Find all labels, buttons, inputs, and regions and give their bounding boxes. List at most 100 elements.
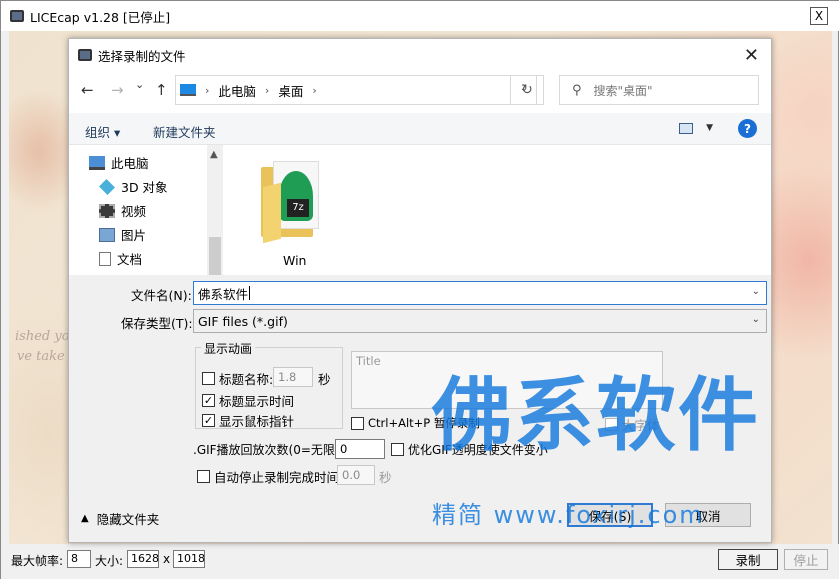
checkbox-checked-icon: ✓ [202,414,215,427]
auto-stop-checkbox[interactable]: 自动停止录制完成时间: [197,467,343,486]
sidebar-item-3d-objects[interactable]: 3D 对象 [99,177,168,196]
search-placeholder: 搜索"桌面" [593,83,653,98]
new-folder-button[interactable]: 新建文件夹 [153,122,216,141]
licecap-app-icon [10,10,24,22]
breadcrumb-desktop[interactable]: 桌面 [278,81,303,100]
title-name-checkbox[interactable]: 标题名称: [202,369,273,388]
help-icon[interactable]: ? [738,119,757,138]
auto-stop-label: 自动停止录制完成时间: [214,470,344,485]
refresh-button[interactable]: ↻ [510,75,544,105]
title-name-label: 标题名称: [219,372,274,387]
checkbox-icon [391,443,404,456]
title-duration-input[interactable]: 1.8 [273,367,313,387]
show-cursor-label: 显示鼠标指针 [219,414,295,429]
max-fps-input[interactable]: 8 [67,550,91,568]
stop-button[interactable]: 停止 [784,549,828,570]
sidebar-item-videos[interactable]: 视频 [99,201,146,220]
picture-icon [99,227,115,242]
licecap-statusbar: 最大帧率: 8 大小: 1628 x 1018 录制 停止 [1,544,839,579]
title-text-placeholder: Title [356,354,381,368]
filename-value: 佛系软件 [198,286,249,302]
cube-icon [99,178,115,195]
search-box[interactable]: ⚲ 搜索"桌面" [559,75,759,105]
licecap-titlebar: LICEcap v1.28 [已停止] X [1,1,839,31]
computer-icon [180,84,196,96]
breadcrumb-this-pc[interactable]: 此电脑 [218,81,256,100]
file-list: 7z Win [223,145,771,275]
search-icon: ⚲ [572,82,582,98]
dialog-close-icon[interactable]: ✕ [744,45,759,66]
record-button[interactable]: 录制 [718,549,778,570]
filename-label: 文件名(N): [131,288,192,303]
height-input[interactable]: 1018 [173,550,205,568]
sidebar-item-label: 文档 [117,252,143,267]
show-cursor-checkbox[interactable]: ✓ 显示鼠标指针 [202,411,294,430]
watermark-brand: 佛系软件 [432,369,760,462]
auto-stop-unit: 秒 [379,470,392,485]
up-arrow-icon[interactable]: ↑ [155,81,168,99]
computer-icon [89,155,105,170]
dialog-app-icon [78,49,92,61]
sidebar-item-pictures[interactable]: 图片 [99,225,146,244]
forward-arrow-icon[interactable]: → [111,81,124,99]
scroll-up-arrow-icon[interactable]: ▲ [210,149,218,160]
filetype-label: 保存类型(T): [121,316,193,331]
file-item-name[interactable]: Win [283,253,306,268]
organize-menu[interactable]: 组织 ▾ [85,122,120,141]
sidebar-item-documents[interactable]: 文档 [99,249,142,268]
background-script-text: ished yo [15,329,70,344]
checkbox-icon [351,416,364,430]
loop-count-label: .GIF播放回放次数(0=无限): [193,443,344,457]
refresh-icon: ↻ [521,82,533,98]
hide-folders-toggle[interactable]: ▲ 隐藏文件夹 [81,509,159,528]
sidebar-item-label: 图片 [121,228,147,243]
max-fps-label: 最大帧率: [11,554,64,568]
filename-dropdown-chevron-icon[interactable]: ⌄ [752,286,760,297]
filename-input[interactable]: 佛系软件 ⌄ [193,281,767,305]
hide-folders-label: 隐藏文件夹 [96,512,160,527]
checkbox-checked-icon: ✓ [202,394,215,407]
sidebar-item-this-pc[interactable]: 此电脑 [89,153,149,172]
sidebar-item-label: 3D 对象 [121,180,168,195]
loop-count-input[interactable]: 0 [335,439,385,459]
back-arrow-icon[interactable]: ← [81,81,94,99]
breadcrumb-separator-icon: › [205,83,210,97]
auto-stop-input[interactable]: 0.0 [337,465,375,485]
filetype-select[interactable]: GIF files (*.gif) ⌄ [193,309,767,333]
breadcrumb-separator-icon: › [312,83,317,97]
breadcrumb-separator-icon: › [264,83,270,97]
size-label: 大小: [95,554,124,568]
navigation-pane: 此电脑 3D 对象 视频 图片 文档 [69,145,223,275]
filetype-dropdown-chevron-icon[interactable]: ⌄ [752,314,760,325]
dialog-title: 选择录制的文件 [98,48,186,64]
dialog-titlebar: 选择录制的文件 ✕ [69,39,771,71]
show-time-checkbox[interactable]: ✓ 标题显示时间 [202,391,294,410]
scrollbar-thumb[interactable] [209,237,221,275]
show-time-label: 标题显示时间 [219,394,295,409]
video-icon [99,203,115,218]
show-animation-group-title: 显示动画 [201,340,256,357]
width-input[interactable]: 1628 [127,550,159,568]
navigation-bar: ← → ⌄ ↑ › 此电脑 › 桌面 › ⌄ ↻ ⚲ 搜索"桌面" [69,75,771,107]
sidebar-item-label: 视频 [121,204,147,219]
size-times-label: x [163,552,171,566]
licecap-window-title: LICEcap v1.28 [已停止] [30,9,171,25]
recent-locations-chevron-icon[interactable]: ⌄ [135,78,144,91]
licecap-close-button[interactable]: X [810,7,828,25]
document-icon [99,251,111,266]
save-file-dialog: 选择录制的文件 ✕ ← → ⌄ ↑ › 此电脑 › 桌面 › ⌄ ↻ ⚲ 搜索"… [68,38,772,543]
title-duration-unit: 秒 [318,372,331,387]
watermark-url: 精简 www.foxirj.com [432,501,705,529]
folder-icon[interactable]: 7z [261,159,325,245]
view-options-icon[interactable] [679,123,693,134]
sidebar-item-label: 此电脑 [111,156,149,171]
navigation-pane-scrollbar[interactable]: ▲ [207,145,223,275]
checkbox-icon [202,372,215,385]
address-bar[interactable]: › 此电脑 › 桌面 › ⌄ [175,75,537,105]
view-dropdown-chevron-icon[interactable]: ▼ [706,123,713,133]
filetype-value: GIF files (*.gif) [198,313,288,329]
command-bar: 组织 ▾ 新建文件夹 ▼ ? [69,113,771,145]
checkbox-icon [197,470,210,483]
chevron-up-icon: ▲ [81,513,89,524]
background-script-text-2: ve take [17,349,65,364]
